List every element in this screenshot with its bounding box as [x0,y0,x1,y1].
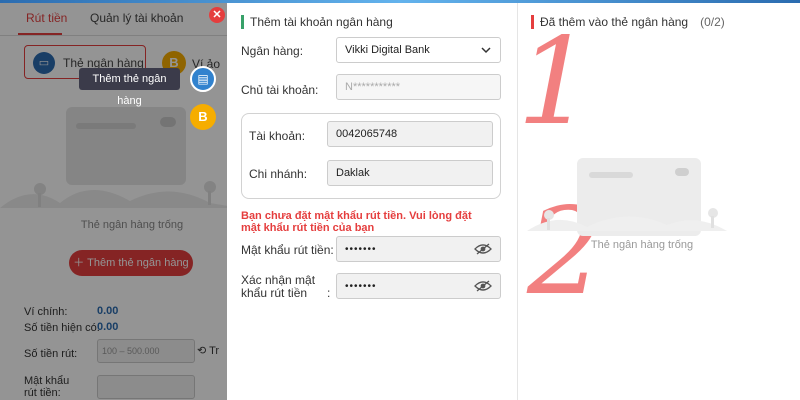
add-bank-account-modal: ✕ Thêm tài khoản ngân hàng Ngân hàng: Vi… [209,3,800,400]
bank-card-icon: ▤ [197,72,209,86]
add-bank-tooltip: Thêm thẻ ngân hàng [79,68,180,107]
branch-label: Chi nhánh: [249,167,308,181]
branch-input[interactable]: Daklak [327,160,493,186]
confirm-password-label: Xác nhận mật khẩu rút tiền [241,273,316,300]
withdraw-password-input[interactable]: ••••••• [336,236,501,262]
holder-label: Chủ tài khoản: [241,83,319,97]
account-label: Tài khoản: [249,129,306,143]
refresh-icon: ⟲ [197,345,207,357]
close-icon: ✕ [212,9,222,21]
modal-overlay[interactable] [0,3,230,400]
confirm-colon: : [327,286,331,300]
eye-off-icon[interactable] [474,243,492,255]
password-label: Mật khẩu rút tiền: [241,243,334,257]
annotation-1: 1 [517,13,594,152]
card-count: (0/2) [700,15,725,29]
confirm-password-input[interactable]: ••••••• [336,273,501,299]
password-warning: Bạn chưa đặt mật khẩu rút tiền. Vui lòng… [241,210,472,234]
chevron-down-icon [481,47,491,54]
holder-input[interactable]: N*********** [336,74,501,100]
eye-off-icon[interactable] [474,280,492,292]
confirm-password-value: ••••••• [345,281,377,292]
title-accent-bar [241,15,244,29]
bank-label: Ngân hàng: [241,44,304,58]
close-button[interactable]: ✕ [209,7,225,23]
empty-bank-text: Thẻ ngân hàng trống [590,239,694,251]
add-bank-card-icon-button[interactable]: ▤ [190,66,216,92]
add-wallet-icon-button[interactable]: B [190,104,216,130]
refresh-button[interactable]: ⟲ Tr [197,344,219,357]
bank-select-value: Vikki Digital Bank [345,44,430,56]
account-number-input[interactable]: 0042065748 [327,121,493,147]
password-value: ••••••• [345,244,377,255]
hills-illustration [527,208,727,231]
coin-icon: B [198,109,208,124]
bank-select[interactable]: Vikki Digital Bank [336,37,501,63]
left-section-title: Thêm tài khoản ngân hàng [241,15,393,29]
